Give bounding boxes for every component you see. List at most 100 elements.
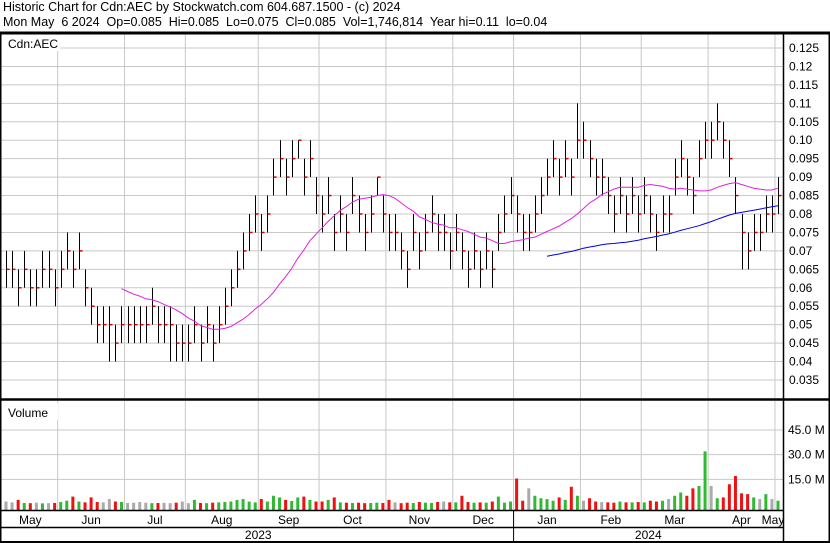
volume-bar — [472, 502, 476, 510]
volume-bar — [454, 502, 458, 510]
month-label: Sep — [278, 513, 300, 527]
volume-bar — [527, 488, 531, 510]
volume-bar — [83, 502, 87, 510]
month-label: Mar — [664, 513, 685, 527]
volume-bar — [588, 498, 592, 510]
volume-tick-label: 15.0 M — [788, 472, 825, 486]
volume-bar — [575, 495, 579, 510]
volume-bar — [551, 500, 555, 510]
volume-bar — [661, 500, 665, 510]
volume-bar — [265, 501, 269, 510]
month-label: Nov — [409, 513, 430, 527]
month-label: Jan — [537, 513, 556, 527]
volume-tick-label: 45.0 M — [788, 423, 825, 437]
volume-bar — [746, 494, 750, 510]
volume-bar — [77, 501, 81, 510]
volume-bar — [721, 497, 725, 510]
volume-bar — [4, 501, 8, 510]
price-tick-label: 0.075 — [789, 225, 819, 239]
price-tick-label: 0.10 — [789, 133, 813, 147]
price-tick-label: 0.065 — [789, 262, 819, 276]
volume-bar — [606, 502, 610, 510]
grid — [0, 34, 783, 510]
volume-bar — [247, 501, 251, 510]
volume-bar — [156, 503, 160, 510]
volume-tick-label: 30.0 M — [788, 448, 825, 462]
price-tick-label: 0.115 — [789, 78, 818, 92]
volume-bar — [192, 499, 196, 510]
volume-bar — [478, 502, 482, 510]
volume-bar — [752, 497, 756, 510]
volume-bar — [618, 501, 622, 510]
price-tick-label: 0.12 — [789, 59, 813, 73]
volume-bar — [636, 502, 640, 510]
price-tick-label: 0.04 — [789, 355, 813, 369]
volume-bar — [229, 501, 233, 510]
volume-bar — [326, 499, 330, 510]
volume-bar — [740, 493, 744, 510]
volume-bar — [16, 499, 20, 510]
price-tick-label: 0.11 — [789, 96, 812, 110]
volume-bar — [563, 499, 567, 510]
volume-bar — [40, 503, 44, 510]
volume-bar — [509, 501, 513, 510]
volume-bar — [22, 503, 26, 510]
volume-bar — [71, 496, 75, 510]
volume-bar — [126, 503, 130, 510]
volume-bar — [47, 503, 51, 510]
volume-bar — [284, 499, 288, 510]
volume-bar — [405, 502, 409, 510]
volume-bar — [764, 494, 768, 510]
volume-bar — [703, 451, 707, 510]
moving-average-line — [546, 205, 779, 257]
volume-bar — [654, 501, 658, 510]
volume-bar — [259, 499, 263, 510]
volume-bar — [539, 498, 543, 510]
volume-bar — [338, 502, 342, 510]
volume-bar — [624, 502, 628, 510]
volume-bar — [758, 499, 762, 510]
volume-bar — [119, 502, 123, 510]
volume-bar — [502, 502, 506, 510]
volume-bar — [484, 502, 488, 510]
volume-bar — [302, 496, 306, 510]
price-tick-label: 0.07 — [789, 244, 813, 258]
volume-bar — [430, 503, 434, 510]
month-label: Jun — [81, 513, 100, 527]
volume-bar — [600, 502, 604, 510]
volume-bar — [557, 497, 561, 510]
volume-bar — [460, 495, 464, 510]
volume-bar — [569, 486, 573, 510]
symbol-label: Cdn:AEC — [8, 37, 58, 51]
volume-bar — [697, 485, 701, 510]
volume-bar — [375, 502, 379, 510]
month-label: Aug — [211, 513, 232, 527]
volume-bar — [642, 502, 646, 510]
price-tick-label: 0.045 — [789, 336, 819, 350]
price-tick-label: 0.05 — [789, 318, 813, 332]
volume-bar — [466, 502, 470, 510]
volume-bar — [727, 484, 731, 510]
volume-bar — [733, 476, 737, 510]
volume-bar — [132, 502, 136, 510]
price-tick-label: 0.08 — [789, 207, 813, 221]
volume-bar — [417, 502, 421, 510]
month-label: Apr — [732, 513, 751, 527]
volume-bar — [89, 497, 93, 510]
price-tick-label: 0.085 — [789, 189, 819, 203]
volume-bar — [101, 502, 105, 510]
volume-bar — [381, 503, 385, 510]
volume-bar — [776, 500, 780, 510]
volume-bar — [709, 485, 713, 510]
volume-bar — [211, 502, 215, 510]
volume-bar — [344, 502, 348, 510]
volume-bar — [423, 502, 427, 510]
month-label: Jul — [147, 513, 162, 527]
volume-bar — [411, 503, 415, 510]
year-label: 2023 — [245, 528, 272, 542]
volume-bar — [253, 502, 257, 510]
volume-bar — [685, 495, 689, 510]
volume-bar — [10, 502, 14, 510]
volume-bar — [107, 499, 111, 510]
volume-bar — [715, 498, 719, 510]
